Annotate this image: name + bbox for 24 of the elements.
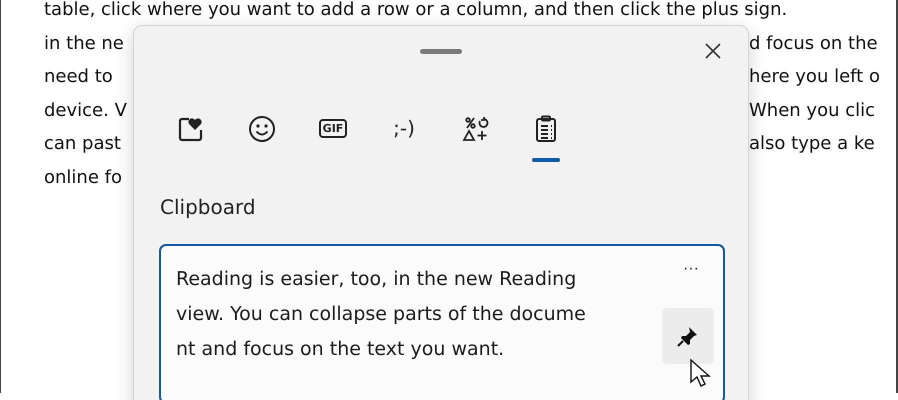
- smiley-icon: [247, 114, 277, 144]
- pin-icon: [676, 324, 700, 348]
- symbols-icon: [460, 114, 490, 144]
- more-button[interactable]: ···: [679, 260, 703, 278]
- document-text: also type a ke: [749, 132, 875, 156]
- close-icon: [704, 42, 722, 60]
- document-text: online fo: [44, 166, 122, 190]
- mouse-cursor-icon: [689, 358, 711, 388]
- document-text: table, click where you want to add a row or a column, and then click the plus sign.: [44, 0, 788, 22]
- pin-button[interactable]: [662, 308, 714, 364]
- section-title: Clipboard: [160, 195, 257, 219]
- gif-icon: GIF: [318, 119, 348, 138]
- clipboard-item[interactable]: Reading is easier, too, in the new Reading view. You can collapse parts of the docume nt and focus on the text you want. ···: [159, 244, 725, 400]
- drag-handle[interactable]: [420, 48, 462, 54]
- clipboard-text: Reading is easier, too, in the new Reading view. You can collapse parts of the docume nt and focus on the text you want.: [175, 267, 587, 362]
- gif-tab[interactable]: GIF: [309, 109, 357, 163]
- kaomoji-tab[interactable]: ;-): [380, 109, 428, 163]
- document-text: When you clic: [749, 98, 875, 122]
- document-text: can past: [44, 132, 121, 156]
- document-text: d focus on the: [749, 32, 878, 56]
- document-text: device. V: [44, 98, 127, 122]
- document-text: in the ne: [44, 32, 124, 56]
- document-text: need to: [44, 65, 113, 89]
- document-text: here you left o: [749, 65, 880, 89]
